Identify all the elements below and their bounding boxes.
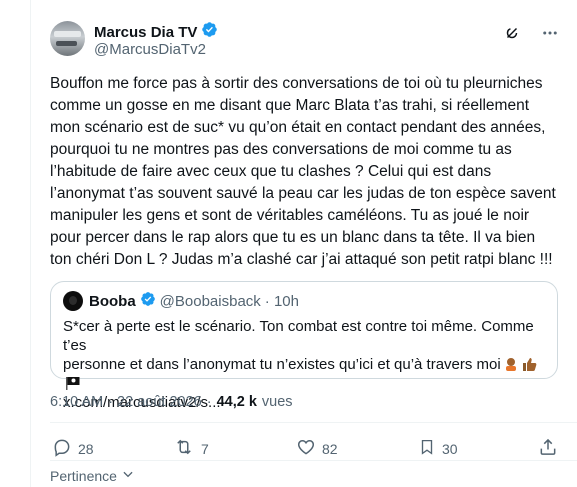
tweet-text: Bouffon me force pas à sortir des conver… <box>50 75 556 268</box>
meta-separator: · <box>206 394 212 410</box>
quoted-tweet[interactable]: Booba @Boobaisback · 10h S*cer à perte e… <box>50 281 558 411</box>
verified-badge-icon <box>201 21 218 43</box>
views-count: 44,2 k <box>216 394 257 410</box>
author-handle[interactable]: @MarcusDiaTv2 <box>94 41 206 58</box>
reply-icon <box>52 437 72 460</box>
avatar[interactable] <box>50 21 85 56</box>
repost-count: 7 <box>201 440 209 457</box>
author-name-row[interactable]: Marcus Dia TV <box>94 21 218 43</box>
tweet-time[interactable]: 6:10 AM <box>50 394 103 410</box>
quoted-tweet-header: Booba @Boobaisback · 10h <box>63 291 299 311</box>
avatar-detail <box>54 31 81 37</box>
chevron-down-icon <box>121 467 135 484</box>
like-count: 82 <box>322 440 338 457</box>
sort-label: Pertinence <box>50 467 117 484</box>
bookmark-count: 30 <box>442 440 458 457</box>
divider <box>50 460 577 461</box>
tweet-top-actions <box>503 24 559 47</box>
verified-badge-icon <box>140 291 156 311</box>
grok-icon[interactable] <box>503 24 521 47</box>
divider <box>50 422 577 423</box>
quoted-handle[interactable]: @Boobaisback <box>160 293 261 310</box>
repost-icon <box>173 437 195 460</box>
tweet-date[interactable]: · 22 août 2026 <box>108 394 202 410</box>
tweet-actions-bar: 28 7 82 30 <box>52 437 562 461</box>
reply-sort-selector[interactable]: Pertinence <box>50 467 135 484</box>
tweet-meta: 6:10 AM · 22 août 2026 · 44,2 k vues <box>50 394 293 410</box>
quoted-text-line: S*cer à perte est le scénario. Ton comba… <box>63 318 534 354</box>
reply-count: 28 <box>78 440 94 457</box>
bookmark-button[interactable]: 30 <box>418 437 458 460</box>
pirate-flag-emoji-icon <box>65 376 81 390</box>
heart-icon <box>296 437 316 460</box>
column-border <box>30 0 31 487</box>
like-button[interactable]: 82 <box>296 437 338 460</box>
bookmark-icon <box>418 437 436 460</box>
quoted-display-name[interactable]: Booba <box>89 293 136 310</box>
share-button[interactable] <box>538 437 558 460</box>
quoted-text-line: personne et dans l’anonymat tu n’existes… <box>63 356 501 373</box>
share-icon <box>538 437 558 460</box>
reply-button[interactable]: 28 <box>52 437 94 460</box>
quoted-avatar[interactable] <box>63 291 83 311</box>
man-facepalming-emoji-icon <box>503 357 519 371</box>
author-display-name[interactable]: Marcus Dia TV <box>94 24 197 41</box>
quoted-timestamp[interactable]: · 10h <box>265 293 299 310</box>
more-options-icon[interactable] <box>541 24 559 47</box>
thumbs-up-emoji-icon <box>521 357 537 371</box>
avatar-detail <box>56 41 77 46</box>
repost-button[interactable]: 7 <box>173 437 209 460</box>
views-label: vues <box>261 394 293 410</box>
